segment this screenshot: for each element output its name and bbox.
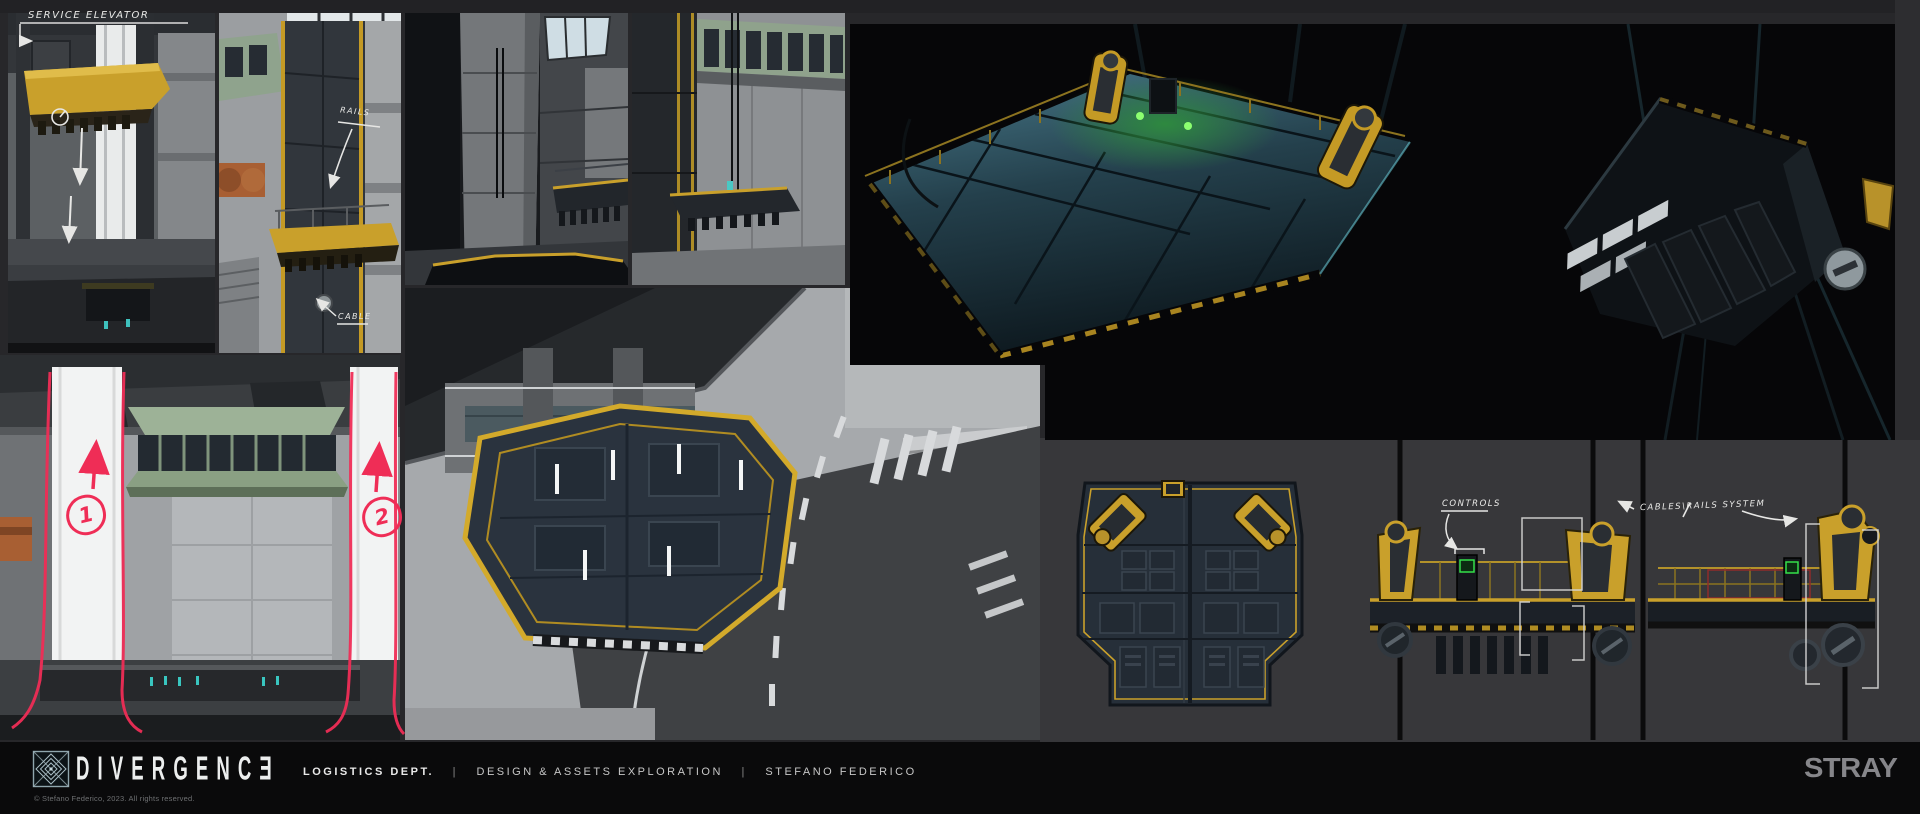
street-platform xyxy=(462,403,798,654)
divergence-logo-icon xyxy=(32,750,70,788)
marker-1-number: 1 xyxy=(76,501,96,529)
control-tower xyxy=(126,407,348,497)
panel-shaft-view xyxy=(219,13,401,353)
controls-label: CONTROLS xyxy=(1442,499,1501,509)
separator: | xyxy=(741,766,747,778)
control-console xyxy=(1456,554,1478,601)
panel-interior-shaft xyxy=(405,13,628,285)
cable-label: CABLE xyxy=(338,312,372,321)
service-elevator-label: SERVICE ELEVATOR xyxy=(28,10,150,21)
panel-d-art xyxy=(405,13,628,285)
green-window-band xyxy=(697,19,845,91)
concept-art-board: SERVICE ELEVATOR RAILS CABLE CONTROLS CA… xyxy=(0,0,1920,814)
side-view-front xyxy=(1370,520,1635,674)
yellow-hook xyxy=(1861,177,1895,231)
panel-b-art xyxy=(219,13,401,353)
skylight xyxy=(543,16,612,62)
panel-topdown-view xyxy=(1070,475,1310,710)
background-right-margin xyxy=(1895,0,1920,440)
sideviews-art xyxy=(1370,440,1880,740)
panel-building-overview xyxy=(0,355,400,740)
copyright-text: © Stefano Federico, 2023. All rights res… xyxy=(34,794,195,803)
panel-elevator-sketch xyxy=(8,13,215,353)
stray-logo: STRAY xyxy=(1804,752,1898,783)
panel-side-views xyxy=(1340,440,1920,740)
background-top-strip xyxy=(0,0,1920,13)
panel-c-art xyxy=(0,355,400,740)
author-label: STEFANO FEDERICO xyxy=(765,766,917,778)
separator: | xyxy=(452,766,458,778)
side-view-lateral xyxy=(1648,504,1880,671)
arm-left xyxy=(1376,520,1422,601)
panel-e-art xyxy=(632,13,845,285)
topdown-art xyxy=(1076,480,1304,707)
footer-credits: LOGISTICS DEPT. | DESIGN & ASSETS EXPLOR… xyxy=(303,766,917,778)
render-platform-underside xyxy=(1563,24,1895,440)
project-label: DESIGN & ASSETS EXPLORATION xyxy=(476,766,723,778)
arm-lateral xyxy=(1816,504,1880,601)
department-label: LOGISTICS DEPT. xyxy=(303,766,435,778)
render-platform-iso xyxy=(864,24,1411,361)
panel-upward-view xyxy=(632,13,845,285)
cable-pulley xyxy=(315,294,333,312)
marker-2-number: 2 xyxy=(372,503,392,531)
arm-right xyxy=(1564,521,1632,601)
footer-bar: DIVERGENCƎ © Stefano Federico, 2023. All… xyxy=(0,742,1920,814)
panel-a-art xyxy=(8,13,215,353)
control-console xyxy=(1783,557,1802,601)
divergence-wordmark: DIVERGENCƎ xyxy=(76,749,280,787)
